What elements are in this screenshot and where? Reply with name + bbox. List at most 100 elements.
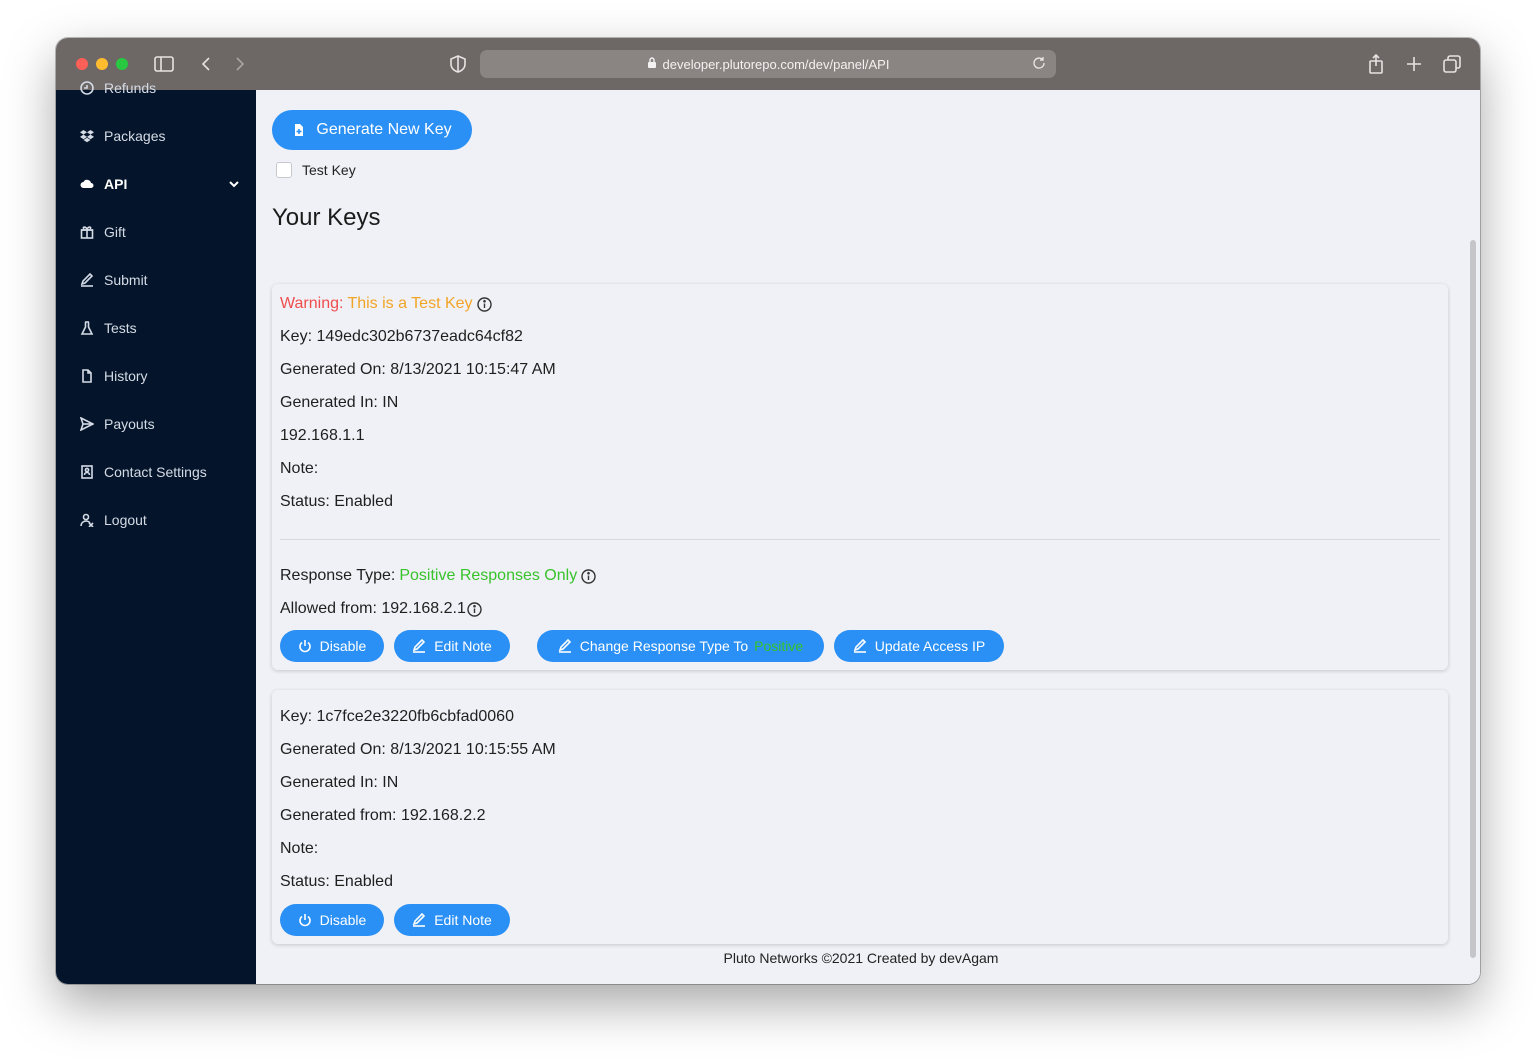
footer-text: Pluto Networks ©2021 Created by devAgam <box>723 950 999 966</box>
response-type-label: Response Type: <box>280 567 396 584</box>
edit-icon <box>80 273 94 287</box>
edit-note-button[interactable]: Edit Note <box>394 904 510 936</box>
file-icon <box>80 369 94 383</box>
flask-icon <box>80 321 94 335</box>
address-url: developer.plutorepo.com/dev/panel/API <box>662 56 890 72</box>
test-key-checkbox[interactable] <box>276 162 292 178</box>
change-response-label: Change Response Type To <box>579 638 749 654</box>
sidebar-item-gift[interactable]: Gift <box>80 220 240 244</box>
generated-in: Generated In: IN <box>280 394 399 411</box>
refund-icon <box>80 81 94 95</box>
sidebar-item-label: Payouts <box>104 416 155 432</box>
disable-button[interactable]: Disable <box>280 630 384 662</box>
sidebar-item-payouts[interactable]: Payouts <box>80 412 240 436</box>
privacy-shield-icon[interactable] <box>446 52 470 76</box>
sidebar-item-packages[interactable]: Packages <box>80 124 240 148</box>
gift-icon <box>80 225 94 239</box>
response-type-value: Positive Responses Only <box>399 567 578 584</box>
scrollbar[interactable] <box>1470 240 1476 958</box>
edit-note-label: Edit Note <box>434 638 492 654</box>
browser-window: developer.plutorepo.com/dev/panel/API Re… <box>56 38 1480 984</box>
generated-in: Generated In: IN <box>280 774 399 791</box>
generate-new-key-label: Generate New Key <box>316 121 452 138</box>
contacts-book-icon <box>80 465 94 479</box>
key-status: Status: Enabled <box>280 493 393 510</box>
back-arrow-icon[interactable] <box>194 52 218 76</box>
edit-icon <box>412 912 426 927</box>
key-note: Note: <box>280 460 319 477</box>
sidebar-item-label: Submit <box>104 272 148 288</box>
sidebar-item-tests[interactable]: Tests <box>80 316 240 340</box>
lock-icon <box>647 56 657 72</box>
generate-new-key-button[interactable]: Generate New Key <box>272 110 472 150</box>
address-bar[interactable]: developer.plutorepo.com/dev/panel/API <box>480 50 1056 78</box>
generated-from: Generated from: 192.168.2.2 <box>280 807 486 824</box>
sidebar-item-label: Contact Settings <box>104 464 207 480</box>
sidebar-item-label: Logout <box>104 512 147 528</box>
cloud-icon <box>80 177 94 191</box>
sidebar-item-label: Packages <box>104 128 166 144</box>
test-key-warning: Warning: This is a Test Key <box>280 295 492 313</box>
change-response-value: Positive <box>754 638 804 654</box>
main-content: Generate New Key Test Key Your Keys Warn… <box>256 90 1480 984</box>
card-divider <box>280 539 1440 540</box>
chevron-down-icon <box>228 177 240 189</box>
page-title: Your Keys <box>272 204 381 231</box>
key-card: Warning: This is a Test Key Key: 149edc3… <box>272 284 1448 670</box>
new-tab-icon[interactable] <box>1402 52 1426 76</box>
edit-note-button[interactable]: Edit Note <box>394 630 510 662</box>
minimize-window-button[interactable] <box>96 58 108 70</box>
sidebar-toggle-icon[interactable] <box>152 52 176 76</box>
generated-on: Generated On: 8/13/2021 10:15:55 AM <box>280 741 556 758</box>
allowed-from-text: Allowed from: 192.168.2.1 <box>280 600 466 617</box>
power-icon <box>298 913 312 927</box>
allowed-from: Allowed from: 192.168.2.1 <box>280 600 482 618</box>
info-icon[interactable] <box>581 568 596 584</box>
sidebar-item-label: Gift <box>104 224 126 240</box>
change-response-type-button[interactable]: Change Response Type To Positive <box>537 630 824 662</box>
sidebar-item-contact-settings[interactable]: Contact Settings <box>80 460 240 484</box>
info-icon[interactable] <box>476 296 492 312</box>
tab-overview-icon[interactable] <box>1440 52 1464 76</box>
sidebar-item-refunds[interactable]: Refunds <box>80 76 240 100</box>
key-note: Note: <box>280 840 319 857</box>
test-key-label: Test Key <box>302 162 356 178</box>
update-access-ip-label: Update Access IP <box>874 638 986 654</box>
share-icon[interactable] <box>1364 52 1388 76</box>
disable-label: Disable <box>319 638 367 654</box>
file-add-icon <box>292 123 306 137</box>
sidebar: Refunds Packages API Gift Submit Tests H… <box>56 80 256 984</box>
disable-button[interactable]: Disable <box>280 904 384 936</box>
test-key-option[interactable]: Test Key <box>276 162 356 178</box>
info-icon[interactable] <box>467 601 482 617</box>
sidebar-item-history[interactable]: History <box>80 364 240 388</box>
update-access-ip-button[interactable]: Update Access IP <box>834 630 1004 662</box>
sidebar-item-logout[interactable]: Logout <box>80 508 240 532</box>
sidebar-item-label: History <box>104 368 148 384</box>
sidebar-item-submit[interactable]: Submit <box>80 268 240 292</box>
key-value: Key: 149edc302b6737eadc64cf82 <box>280 328 523 345</box>
user-logout-icon <box>80 513 94 527</box>
key-value: Key: 1c7fce2e3220fb6cbfad0060 <box>280 708 514 725</box>
edit-icon <box>558 638 572 653</box>
warning-label: Warning: <box>280 295 344 312</box>
sidebar-item-label: Tests <box>104 320 137 336</box>
dropbox-icon <box>80 129 94 143</box>
warning-text: This is a Test Key <box>347 295 473 312</box>
browser-titlebar: developer.plutorepo.com/dev/panel/API <box>56 38 1480 90</box>
send-icon <box>80 417 94 431</box>
disable-label: Disable <box>319 912 367 928</box>
sidebar-item-api[interactable]: API <box>80 172 240 196</box>
generated-ip: 192.168.1.1 <box>280 427 365 444</box>
sidebar-item-label: API <box>104 176 128 192</box>
generated-on: Generated On: 8/13/2021 10:15:47 AM <box>280 361 556 378</box>
response-type: Response Type: Positive Responses Only <box>280 567 596 585</box>
reload-icon[interactable] <box>1032 56 1048 72</box>
edit-note-label: Edit Note <box>434 912 492 928</box>
forward-arrow-icon[interactable] <box>228 52 252 76</box>
key-status: Status: Enabled <box>280 873 393 890</box>
edit-icon <box>412 638 426 653</box>
sidebar-item-label: Refunds <box>104 80 157 96</box>
close-window-button[interactable] <box>76 58 88 70</box>
zoom-window-button[interactable] <box>116 58 128 70</box>
